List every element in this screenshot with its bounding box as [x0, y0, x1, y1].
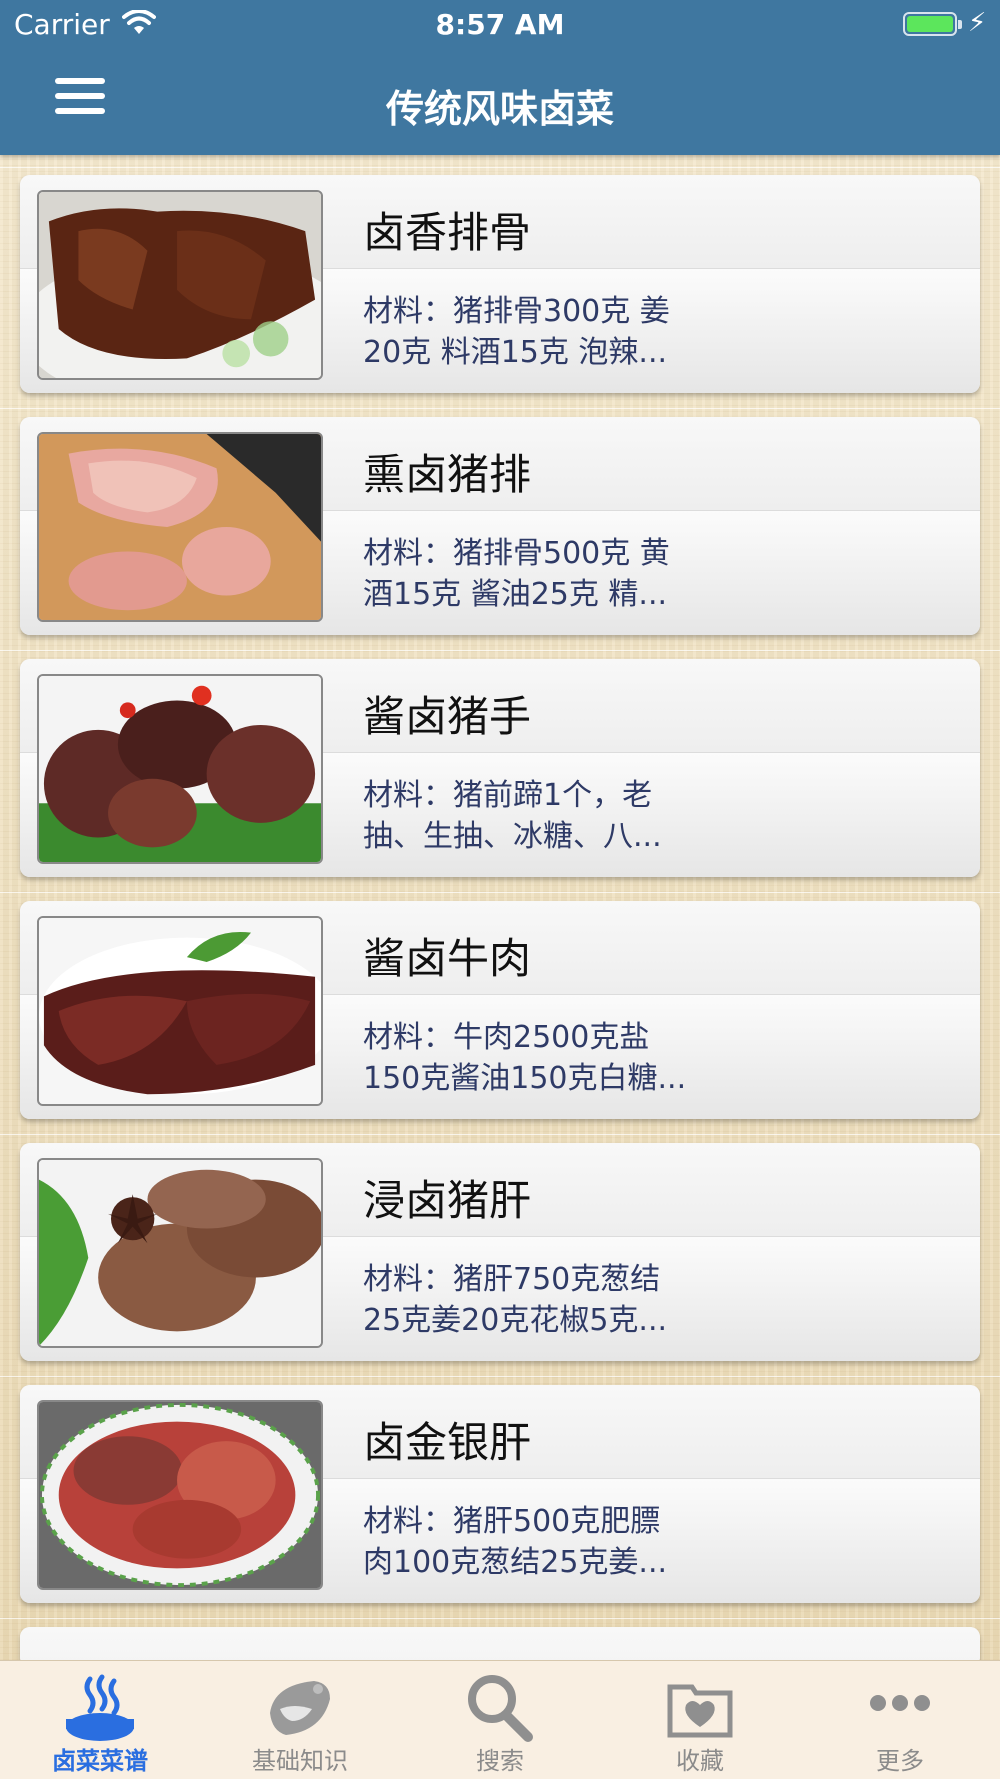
recipe-card[interactable]: 卤金银肝 材料：猪肝500克肥膘 肉100克葱结25克姜... [20, 1385, 980, 1603]
recipe-thumbnail [37, 674, 323, 864]
recipe-thumbnail [37, 1158, 323, 1348]
recipe-card[interactable]: 酱卤牛肉 材料：牛肉2500克盐 150克酱油150克白糖... [20, 901, 980, 1119]
tab-label: 搜索 [476, 1747, 524, 1775]
more-dots-icon [870, 1695, 930, 1711]
recipe-description: 材料：猪肝500克肥膘 肉100克葱结25克姜... [363, 1501, 713, 1583]
recipe-desc-line: 抽、生抽、冰糖、八... [363, 819, 662, 854]
recipe-desc-line: 材料：猪排骨500克 黄 [363, 536, 670, 571]
search-icon [468, 1675, 533, 1742]
recipe-title: 酱卤猪手 [363, 692, 532, 741]
dumpling-icon [270, 1681, 330, 1735]
recipe-description: 材料：猪排骨300克 姜 20克 料酒15克 泡辣... [363, 291, 713, 373]
recipe-title: 酱卤牛肉 [363, 934, 532, 983]
recipe-desc-line: 材料：牛肉2500克盐 [363, 1020, 650, 1055]
tab-label: 基础知识 [252, 1747, 348, 1775]
recipe-title: 熏卤猪排 [363, 450, 532, 499]
recipe-title: 卤香排骨 [363, 208, 532, 257]
recipe-desc-line: 酒15克 酱油25克 精... [363, 577, 668, 612]
recipe-card[interactable]: 浸卤猪肝 材料：猪肝750克葱结 25克姜20克花椒5克... [20, 1143, 980, 1361]
grill-icon [66, 1674, 134, 1741]
recipe-desc-line: 材料：猪排骨300克 姜 [363, 294, 670, 329]
recipe-description: 材料：猪前蹄1个，老 抽、生抽、冰糖、八... [363, 775, 713, 857]
tab-recipes[interactable]: 卤菜菜谱 [0, 1661, 200, 1779]
recipe-description: 材料：猪肝750克葱结 25克姜20克花椒5克... [363, 1259, 713, 1341]
battery-cap [958, 20, 962, 29]
recipe-description: 材料：牛肉2500克盐 150克酱油150克白糖... [363, 1017, 713, 1099]
recipe-thumbnail [37, 432, 323, 622]
recipe-desc-line: 150克酱油150克白糖... [363, 1061, 687, 1096]
navigation-header: Carrier 8:57 AM ⚡ 传统风味卤菜 [0, 0, 1000, 155]
recipe-description: 材料：猪排骨500克 黄 酒15克 酱油25克 精... [363, 533, 713, 615]
page-title: 传统风味卤菜 [385, 87, 614, 131]
status-time: 8:57 AM [435, 8, 565, 41]
tab-label: 卤菜菜谱 [52, 1747, 148, 1775]
recipe-card[interactable]: 酱卤猪手 材料：猪前蹄1个，老 抽、生抽、冰糖、八... [20, 659, 980, 877]
battery-icon [903, 12, 957, 36]
recipe-desc-line: 20克 料酒15克 泡辣... [363, 335, 668, 370]
tab-search[interactable]: 搜索 [400, 1661, 600, 1779]
recipe-desc-line: 材料：猪肝500克肥膘 [363, 1504, 661, 1539]
tab-favorites[interactable]: 收藏 [600, 1661, 800, 1779]
recipe-card[interactable]: 熏卤猪排 材料：猪排骨500克 黄 酒15克 酱油25克 精... [20, 417, 980, 635]
recipe-desc-line: 25克姜20克花椒5克... [363, 1303, 668, 1338]
recipe-thumbnail [37, 190, 323, 380]
status-bar: Carrier 8:57 AM ⚡ [0, 0, 1000, 50]
tab-basics[interactable]: 基础知识 [200, 1661, 400, 1779]
recipe-title: 卤金银肝 [363, 1418, 532, 1467]
favorites-folder-icon [667, 1684, 733, 1738]
recipe-thumbnail [37, 916, 323, 1106]
tab-label: 收藏 [676, 1747, 724, 1775]
tab-bar: 卤菜菜谱 基础知识 搜索 收藏 更多 [0, 1660, 1000, 1779]
tab-more[interactable]: 更多 [800, 1661, 1000, 1779]
recipe-desc-line: 肉100克葱结25克姜... [363, 1545, 668, 1580]
recipe-thumbnail [37, 1400, 323, 1590]
recipe-desc-line: 材料：猪肝750克葱结 [363, 1262, 661, 1297]
recipe-title: 浸卤猪肝 [363, 1176, 532, 1225]
tab-label: 更多 [876, 1747, 924, 1775]
recipe-card[interactable]: 卤香排骨 材料：猪排骨300克 姜 20克 料酒15克 泡辣... [20, 175, 980, 393]
charging-bolt-icon: ⚡ [968, 8, 987, 38]
recipe-desc-line: 材料：猪前蹄1个，老 [363, 778, 653, 813]
